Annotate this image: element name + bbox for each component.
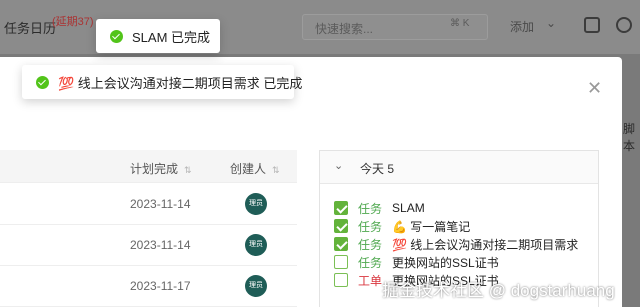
task-item[interactable]: 任务 更换网站的SSL证书 xyxy=(334,253,499,271)
column-label: 计划完成 xyxy=(130,162,179,176)
table-row[interactable]: 2023-11-17 理员 xyxy=(0,266,297,307)
task-type: 任务 xyxy=(358,237,383,252)
chevron-down-icon[interactable]: ⌄ xyxy=(334,159,343,172)
table-row[interactable]: 2023-11-14 理员 xyxy=(0,184,297,225)
check-circle-icon xyxy=(36,75,49,89)
task-text: 💯 线上会议沟通对接二期项目需求 xyxy=(392,237,579,252)
task-type: 工单 xyxy=(358,273,383,288)
shortcut-hint: ⌘ K xyxy=(450,18,470,29)
check-circle-icon xyxy=(110,29,123,43)
toast-message: SLAM 已完成 xyxy=(132,29,211,45)
table-header: 计划完成 ⇅ 创建人 ⇅ xyxy=(0,150,297,183)
close-icon[interactable]: ✕ xyxy=(587,79,602,97)
task-checkbox[interactable] xyxy=(334,255,348,269)
user-icon[interactable] xyxy=(616,17,632,33)
task-checkbox[interactable] xyxy=(334,219,348,233)
task-checkbox[interactable] xyxy=(334,273,348,287)
today-panel-header[interactable]: ⌄ 今天 5 xyxy=(320,151,598,184)
task-checkbox[interactable] xyxy=(334,237,348,251)
avatar: 理员 xyxy=(245,193,267,215)
task-type: 任务 xyxy=(358,201,383,216)
overdue-badge[interactable]: (延期37) xyxy=(52,13,94,29)
sort-icon[interactable]: ⇅ xyxy=(272,165,280,175)
column-plan-complete[interactable]: 计划完成 ⇅ xyxy=(130,160,192,177)
success-toast: 💯 线上会议沟通对接二期项目需求 已完成 xyxy=(22,65,302,99)
task-item[interactable]: 任务 💯 线上会议沟通对接二期项目需求 xyxy=(334,235,578,253)
column-creator[interactable]: 创建人 ⇅ xyxy=(230,160,280,177)
task-type: 任务 xyxy=(358,219,383,234)
chevron-down-icon[interactable]: ⌄ xyxy=(546,16,556,30)
avatar: 理员 xyxy=(245,275,267,297)
task-text: 💪 写一篇笔记 xyxy=(392,219,471,234)
sort-icon[interactable]: ⇅ xyxy=(184,165,192,175)
plan-date: 2023-11-14 xyxy=(130,238,191,252)
task-text: 更换网站的SSL证书 xyxy=(392,255,499,270)
checkbox-icon[interactable] xyxy=(584,17,600,33)
plan-date: 2023-11-17 xyxy=(130,279,191,293)
task-item[interactable]: 任务 💪 写一篇笔记 xyxy=(334,217,470,235)
column-label: 创建人 xyxy=(230,162,267,176)
side-label: 脚本 xyxy=(623,122,636,153)
task-text: SLAM xyxy=(392,201,425,215)
watermark: 掘金技术社区 @ dogstarhuang xyxy=(382,281,615,300)
task-type: 任务 xyxy=(358,255,383,270)
add-button[interactable]: 添加 xyxy=(510,18,534,35)
task-checkbox[interactable] xyxy=(334,201,348,215)
success-toast: SLAM 已完成 xyxy=(96,19,220,53)
calendar-title: 任务日历 xyxy=(4,21,57,36)
today-title: 今天 5 xyxy=(360,162,395,176)
plan-date: 2023-11-14 xyxy=(130,197,191,211)
task-item[interactable]: 任务 SLAM xyxy=(334,199,425,217)
avatar: 理员 xyxy=(245,234,267,256)
toast-message: 💯 线上会议沟通对接二期项目需求 已完成 xyxy=(58,75,303,91)
table-row[interactable]: 2023-11-14 理员 xyxy=(0,225,297,266)
